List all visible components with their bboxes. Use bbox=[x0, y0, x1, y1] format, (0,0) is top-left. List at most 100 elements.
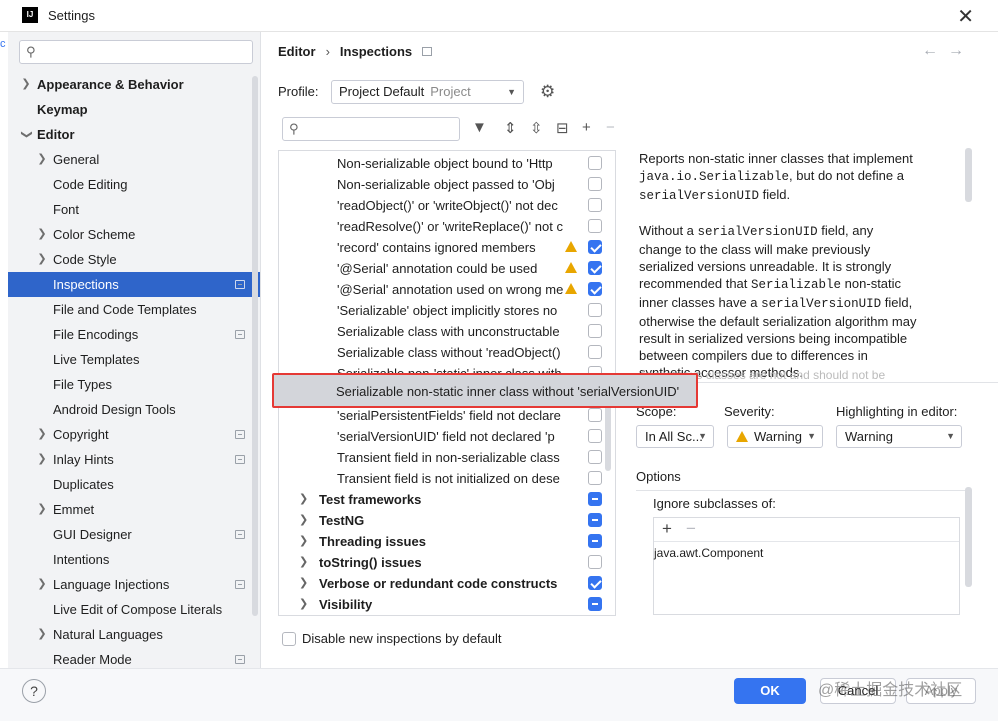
group-row[interactable]: ❯ Visibility bbox=[279, 594, 615, 615]
list-item[interactable]: 'readObject()' or 'writeObject()' not de… bbox=[279, 195, 615, 216]
enable-checkbox[interactable] bbox=[588, 534, 602, 548]
tree-item-emmet[interactable]: ❯ Emmet bbox=[8, 497, 260, 522]
add-icon[interactable]: + bbox=[582, 119, 591, 136]
highlighting-dropdown[interactable]: Warning ▼ bbox=[836, 425, 962, 448]
list-item[interactable]: 'Serializable' object implicitly stores … bbox=[279, 300, 615, 321]
tree-item-intentions[interactable]: Intentions bbox=[8, 547, 260, 572]
tree-item-editor[interactable]: ❯ Editor bbox=[8, 122, 260, 147]
chevron-right-icon[interactable]: ❯ bbox=[36, 247, 48, 272]
list-item[interactable]: Transient field is not initialized on de… bbox=[279, 468, 615, 489]
gear-icon[interactable]: ⚙ bbox=[540, 82, 555, 102]
group-row[interactable]: ❯ Test frameworks bbox=[279, 489, 615, 510]
list-item[interactable]: Non-serializable object bound to 'Http bbox=[279, 153, 615, 174]
group-row[interactable]: ❯ Threading issues bbox=[279, 531, 615, 552]
list-item[interactable]: java.awt.Component bbox=[654, 546, 763, 560]
scope-dropdown[interactable]: In All Sc... ▼ bbox=[636, 425, 714, 448]
filter-icon[interactable]: ▼ bbox=[472, 119, 487, 136]
list-item[interactable]: 'serialPersistentFields' field not decla… bbox=[279, 405, 615, 426]
chevron-right-icon[interactable]: ❯ bbox=[36, 147, 48, 172]
tree-item-file-encodings[interactable]: File Encodings bbox=[8, 322, 260, 347]
chevron-right-icon[interactable]: ❯ bbox=[299, 510, 308, 531]
enable-checkbox[interactable] bbox=[588, 450, 602, 464]
tree-item-keymap[interactable]: Keymap bbox=[8, 97, 260, 122]
highlighted-inspection-row[interactable]: Serializable non-static inner class with… bbox=[272, 373, 698, 408]
list-item[interactable]: Transient field in non-serializable clas… bbox=[279, 447, 615, 468]
enable-checkbox[interactable] bbox=[588, 492, 602, 506]
chevron-right-icon[interactable]: ❯ bbox=[299, 489, 308, 510]
tree-item-inspections[interactable]: Inspections bbox=[8, 272, 260, 297]
chevron-right-icon[interactable]: ❯ bbox=[299, 552, 308, 573]
close-icon[interactable]: ✕ bbox=[957, 4, 974, 29]
chevron-down-icon[interactable]: ❯ bbox=[14, 129, 39, 141]
inspections-search-input[interactable]: ⚲ bbox=[282, 117, 460, 141]
back-forward-arrows[interactable]: ←→ bbox=[922, 42, 974, 60]
options-scrollbar[interactable] bbox=[965, 487, 972, 587]
tree-item-copyright[interactable]: ❯ Copyright bbox=[8, 422, 260, 447]
chevron-right-icon[interactable]: ❯ bbox=[36, 572, 48, 597]
chevron-right-icon[interactable]: ❯ bbox=[36, 422, 48, 447]
tree-item-general[interactable]: ❯ General bbox=[8, 147, 260, 172]
chevron-right-icon[interactable]: ❯ bbox=[36, 222, 48, 247]
tree-item-live-templates[interactable]: Live Templates bbox=[8, 347, 260, 372]
collapse-all-icon[interactable]: ⇳ bbox=[530, 119, 543, 137]
tree-item-gui-designer[interactable]: GUI Designer bbox=[8, 522, 260, 547]
profile-dropdown[interactable]: Project Default Project ▼ bbox=[331, 80, 524, 104]
enable-checkbox[interactable] bbox=[588, 324, 602, 338]
list-item[interactable]: Serializable class without 'readObject() bbox=[279, 342, 615, 363]
ok-button[interactable]: OK bbox=[734, 678, 806, 704]
enable-checkbox[interactable] bbox=[588, 198, 602, 212]
tree-item-file-types[interactable]: File Types bbox=[8, 372, 260, 397]
add-icon[interactable]: + bbox=[662, 519, 672, 539]
tree-item-inlay-hints[interactable]: ❯ Inlay Hints bbox=[8, 447, 260, 472]
remove-icon[interactable]: − bbox=[606, 119, 615, 136]
tree-item-android-design-tools[interactable]: Android Design Tools bbox=[8, 397, 260, 422]
chevron-right-icon[interactable]: ❯ bbox=[36, 447, 48, 472]
enable-checkbox[interactable] bbox=[588, 219, 602, 233]
enable-checkbox[interactable] bbox=[588, 576, 602, 590]
severity-dropdown[interactable]: Warning ▼ bbox=[727, 425, 823, 448]
list-item[interactable]: 'readResolve()' or 'writeReplace()' not … bbox=[279, 216, 615, 237]
enable-checkbox[interactable] bbox=[588, 303, 602, 317]
tree-item-code-style[interactable]: ❯ Code Style bbox=[8, 247, 260, 272]
group-row[interactable]: ❯ TestNG bbox=[279, 510, 615, 531]
tree-item-reader-mode[interactable]: Reader Mode bbox=[8, 647, 260, 668]
group-row[interactable]: ❯ Verbose or redundant code constructs bbox=[279, 573, 615, 594]
reset-icon[interactable]: ⊟ bbox=[556, 119, 569, 137]
help-button[interactable]: ? bbox=[22, 679, 46, 703]
tree-item-font[interactable]: Font bbox=[8, 197, 260, 222]
sidebar-search-input[interactable]: ⚲ bbox=[19, 40, 253, 64]
enable-checkbox[interactable] bbox=[588, 156, 602, 170]
chevron-right-icon[interactable]: ❯ bbox=[20, 72, 32, 97]
list-item[interactable]: '@Serial' annotation used on wrong me bbox=[279, 279, 615, 300]
enable-checkbox[interactable] bbox=[588, 240, 602, 254]
disable-new-inspections-checkbox[interactable] bbox=[282, 632, 296, 646]
list-item[interactable]: 'record' contains ignored members bbox=[279, 237, 615, 258]
chevron-right-icon[interactable]: ❯ bbox=[36, 497, 48, 522]
chevron-right-icon[interactable]: ❯ bbox=[36, 622, 48, 647]
tree-item-code-editing[interactable]: Code Editing bbox=[8, 172, 260, 197]
expand-all-icon[interactable]: ⇕ bbox=[504, 119, 517, 137]
chevron-right-icon[interactable]: ❯ bbox=[299, 573, 308, 594]
enable-checkbox[interactable] bbox=[588, 177, 602, 191]
enable-checkbox[interactable] bbox=[588, 597, 602, 611]
list-item[interactable]: 'serialVersionUID' field not declared 'p bbox=[279, 426, 615, 447]
tree-item-color-scheme[interactable]: ❯ Color Scheme bbox=[8, 222, 260, 247]
tree-item-appearance-behavior[interactable]: ❯ Appearance & Behavior bbox=[8, 72, 260, 97]
list-item[interactable]: Non-serializable object passed to 'Obj bbox=[279, 174, 615, 195]
chevron-right-icon[interactable]: ❯ bbox=[299, 594, 308, 615]
enable-checkbox[interactable] bbox=[588, 429, 602, 443]
sidebar-scrollbar[interactable] bbox=[252, 76, 258, 616]
enable-checkbox[interactable] bbox=[588, 345, 602, 359]
remove-icon[interactable]: − bbox=[686, 519, 696, 539]
enable-checkbox[interactable] bbox=[588, 282, 602, 296]
description-scrollbar[interactable] bbox=[965, 148, 972, 202]
enable-checkbox[interactable] bbox=[588, 471, 602, 485]
tree-item-duplicates[interactable]: Duplicates bbox=[8, 472, 260, 497]
group-row[interactable]: ❯ toString() issues bbox=[279, 552, 615, 573]
tree-item-file-code-templates[interactable]: File and Code Templates bbox=[8, 297, 260, 322]
tree-item-live-edit-compose[interactable]: Live Edit of Compose Literals bbox=[8, 597, 260, 622]
enable-checkbox[interactable] bbox=[588, 555, 602, 569]
chevron-right-icon[interactable]: ❯ bbox=[299, 531, 308, 552]
tree-item-language-injections[interactable]: ❯ Language Injections bbox=[8, 572, 260, 597]
enable-checkbox[interactable] bbox=[588, 408, 602, 422]
